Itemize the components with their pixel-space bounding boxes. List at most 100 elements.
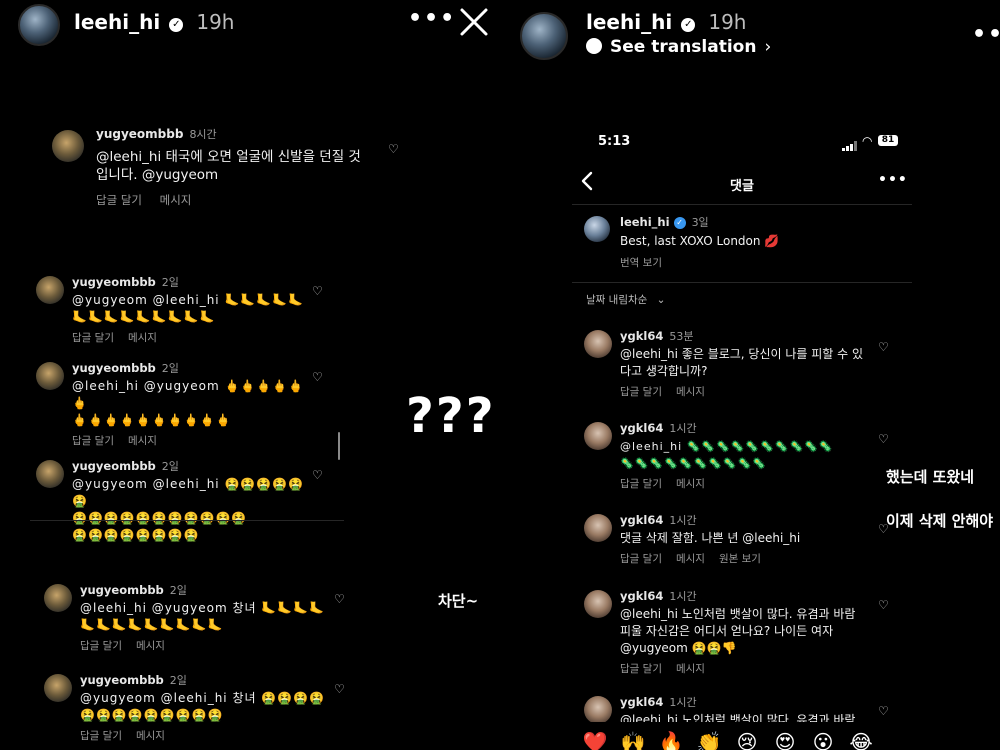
comment-username[interactable]: ygkl64 [620, 329, 663, 343]
like-heart-icon[interactable]: ♡ [312, 370, 323, 384]
commenter-avatar[interactable] [584, 422, 612, 450]
more-options-icon[interactable]: ••• [972, 22, 1000, 47]
reply-button[interactable]: 답글 달기 [80, 640, 122, 652]
comment-text-2: 🖕🖕🖕🖕🖕🖕🖕🖕🖕🖕 [72, 413, 232, 427]
comment-username[interactable]: yugyeombbb [72, 459, 156, 473]
comment-text: @yugyeom @leehi_hi 🦶🦶🦶🦶🦶 [72, 293, 305, 307]
comment-text-2: 피울 자신감은 어디서 얻나요? 나이든 여자 [620, 624, 834, 638]
commenter-avatar[interactable] [36, 362, 64, 390]
comment-username[interactable]: yugyeombbb [80, 673, 164, 687]
reply-button[interactable]: 답글 달기 [620, 553, 662, 565]
comment-text-2: 🤮🤮🤮🤮🤮🤮🤮🤮🤮 [80, 708, 224, 722]
commenter-avatar[interactable] [584, 590, 612, 618]
comment-time: 2일 [169, 584, 187, 597]
overlay-came-back: 했는데 또왔네 [886, 468, 975, 486]
message-button[interactable]: 메시지 [676, 553, 705, 565]
reply-button[interactable]: 답글 달기 [72, 332, 114, 344]
reply-button[interactable]: 답글 달기 [620, 663, 662, 675]
commenter-avatar[interactable] [36, 460, 64, 488]
reply-button[interactable]: 답글 달기 [620, 386, 662, 398]
reply-button[interactable]: 답글 달기 [80, 730, 122, 742]
message-button[interactable]: 메시지 [128, 332, 157, 344]
comment-time: 1시간 [669, 422, 697, 435]
reaction-clap[interactable]: 👏 [690, 730, 728, 750]
like-heart-icon[interactable]: ♡ [878, 340, 889, 354]
reaction-heart[interactable]: ❤️ [576, 730, 614, 750]
left-story-avatar[interactable] [18, 4, 60, 46]
more-options-icon[interactable]: ••• [878, 172, 908, 188]
like-heart-icon[interactable]: ♡ [334, 682, 345, 696]
overlay-not-deleting: 이제 삭제 안해야 [886, 512, 994, 530]
commenter-avatar[interactable] [584, 696, 612, 722]
reaction-surprised[interactable]: 😮 [804, 730, 842, 750]
like-heart-icon[interactable]: ♡ [334, 592, 345, 606]
divider [572, 282, 912, 283]
message-button[interactable]: 메시지 [676, 663, 705, 675]
reaction-raised-hands[interactable]: 🙌 [614, 730, 652, 750]
commenter-avatar[interactable] [44, 584, 72, 612]
message-button[interactable]: 메시지 [128, 435, 157, 447]
commenter-avatar[interactable] [584, 330, 612, 358]
reaction-cry[interactable]: 😢 [728, 730, 766, 750]
comment-text: @yugyeom @leehi_hi 창녀 🤮🤮🤮🤮 [80, 691, 326, 705]
comment-username[interactable]: yugyeombbb [80, 583, 164, 597]
left-story: leehi_hi ✓ 19h ••• yugyeombbb 8시간 @leehi_… [0, 0, 500, 750]
sort-dropdown[interactable]: 날짜 내림차순 ⌄ [586, 292, 665, 307]
comment-text-2: 🦶🦶🦶🦶🦶🦶🦶🦶🦶 [72, 310, 216, 324]
comment-username[interactable]: ygkl64 [620, 589, 663, 603]
close-icon[interactable] [458, 6, 490, 38]
like-heart-icon[interactable]: ♡ [878, 598, 889, 612]
like-heart-icon[interactable]: ♡ [312, 284, 323, 298]
comment-body: yugyeombbb 8시간 @leehi_hi 태국에 오면 얼굴에 신발을 던… [96, 126, 406, 208]
poster-avatar[interactable] [584, 216, 610, 242]
post-username[interactable]: leehi_hi [620, 215, 670, 229]
comment-text: 댓글 삭제 잘함. 나쁜 년 @leehi_hi [620, 531, 801, 545]
comment-time: 1시간 [669, 514, 697, 527]
comment-item: ygkl64 1시간 @leehi_hi 노인처럼 뱃살이 많다. 유겸과 바람 … [584, 694, 904, 722]
story-time: 19h [708, 10, 747, 34]
comment-text-3: 🤮🤮🤮🤮🤮🤮🤮🤮 [72, 528, 200, 542]
more-options-icon[interactable]: ••• [408, 6, 456, 31]
commenter-avatar[interactable] [584, 514, 612, 542]
commenter-avatar[interactable] [52, 130, 84, 162]
like-heart-icon[interactable]: ♡ [878, 704, 889, 718]
see-translation-link[interactable]: 번역 보기 [620, 255, 900, 270]
comment-time: 2일 [169, 674, 187, 687]
commenter-avatar[interactable] [44, 674, 72, 702]
comment-username[interactable]: yugyeombbb [72, 275, 156, 289]
like-heart-icon[interactable]: ♡ [312, 468, 323, 482]
see-original-button[interactable]: 원본 보기 [719, 553, 761, 565]
like-heart-icon[interactable]: ♡ [878, 432, 889, 446]
reaction-fire[interactable]: 🔥 [652, 730, 690, 750]
wifi-icon: ◠ [862, 134, 873, 148]
message-button[interactable]: 메시지 [676, 478, 705, 490]
message-button[interactable]: 메시지 [136, 730, 165, 742]
comment-time: 2일 [161, 362, 179, 375]
message-button[interactable]: 메시지 [676, 386, 705, 398]
reply-button[interactable]: 답글 달기 [72, 435, 114, 447]
comment-username[interactable]: ygkl64 [620, 421, 663, 435]
reply-button[interactable]: 답글 달기 [620, 478, 662, 490]
comment-username[interactable]: yugyeombbb [72, 361, 156, 375]
reaction-laugh[interactable]: 😂 [842, 730, 880, 750]
like-heart-icon[interactable]: ♡ [388, 142, 399, 156]
post-time: 3일 [691, 216, 709, 229]
sort-label: 날짜 내림차순 [586, 294, 648, 306]
right-story-avatar[interactable] [520, 12, 568, 60]
message-button[interactable]: 메시지 [160, 193, 192, 207]
back-button[interactable] [580, 170, 594, 196]
commenter-avatar[interactable] [36, 276, 64, 304]
overlay-blocked: 차단~ [438, 592, 479, 610]
comment-text: @leehi_hi @yugyeom 창녀 🦶🦶🦶🦶 [80, 601, 326, 615]
reaction-heart-eyes[interactable]: 😍 [766, 730, 804, 750]
see-translation-button[interactable]: See translation › [586, 37, 771, 57]
message-button[interactable]: 메시지 [136, 640, 165, 652]
comment-username[interactable]: ygkl64 [620, 695, 663, 709]
verified-icon: ✓ [673, 216, 686, 229]
comment-username[interactable]: ygkl64 [620, 513, 663, 527]
scrollbar[interactable] [338, 432, 340, 460]
reply-button[interactable]: 답글 달기 [96, 193, 142, 207]
story-username[interactable]: leehi_hi [586, 10, 672, 34]
comment-username[interactable]: yugyeombbb [96, 127, 183, 141]
story-username[interactable]: leehi_hi [74, 10, 160, 34]
